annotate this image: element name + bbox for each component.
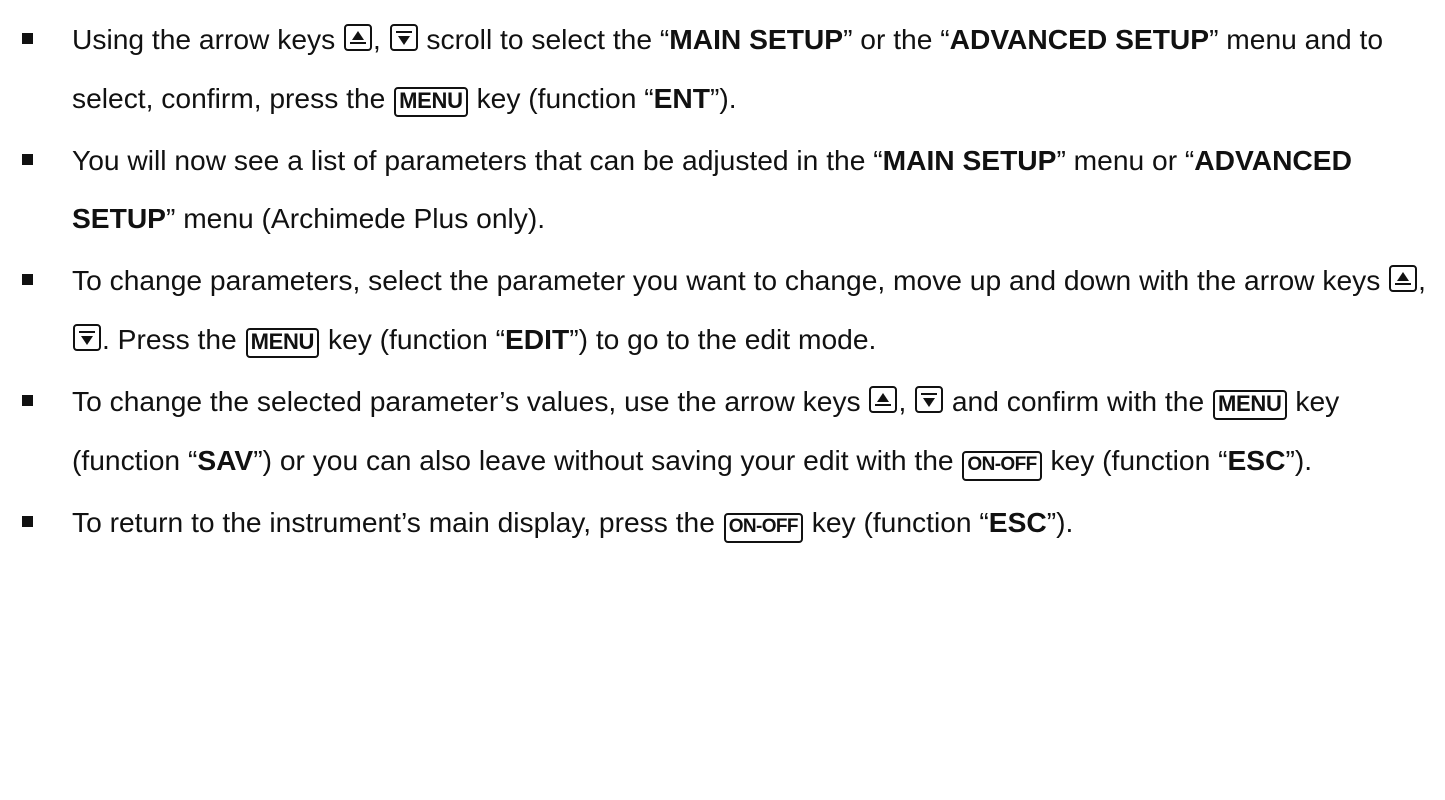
arrow-down-key-icon: [73, 324, 101, 351]
on-off-key-icon: ON-OFF: [723, 513, 803, 543]
text: ”).: [709, 82, 737, 114]
text: scroll to select the “: [418, 23, 670, 55]
square-bullet-icon: [22, 395, 33, 406]
text: To return to the instrument’s main displ…: [72, 506, 723, 538]
text: ”) to go to the edit mode.: [569, 323, 877, 355]
arrow-up-key-icon: [344, 24, 373, 51]
emphasis: ADVANCED SETUP: [949, 23, 1210, 55]
square-bullet-icon: [22, 516, 33, 527]
emphasis: ESC: [1227, 444, 1286, 476]
text: ” or the “: [843, 23, 950, 55]
emphasis: ESC: [988, 506, 1047, 538]
text: and confirm with the: [944, 385, 1212, 417]
list-item: Using the arrow keys , scroll to select …: [22, 10, 1433, 127]
list-item: You will now see a list of parameters th…: [22, 131, 1433, 247]
menu-key-icon: MENU: [394, 87, 468, 117]
square-bullet-icon: [22, 274, 33, 285]
text: ”).: [1285, 444, 1313, 476]
emphasis: EDIT: [505, 323, 570, 355]
emphasis: MAIN SETUP: [669, 23, 844, 55]
emphasis: SAV: [197, 444, 254, 476]
emphasis: ENT: [653, 82, 710, 114]
text: ”) or you can also leave without saving …: [253, 444, 962, 476]
text: key (function “: [803, 506, 989, 538]
text: ,: [898, 386, 915, 417]
text: ,: [373, 24, 389, 55]
square-bullet-icon: [22, 154, 33, 165]
text: . Press the: [102, 323, 245, 355]
text: Using the arrow keys: [72, 23, 336, 55]
text: ,: [1418, 265, 1426, 296]
text: To change the selected parameter’s value…: [72, 385, 869, 417]
list-item: To return to the instrument’s main displ…: [22, 493, 1433, 551]
text: key (function “: [1042, 444, 1228, 476]
square-bullet-icon: [22, 33, 33, 44]
text: key (function “: [320, 323, 505, 355]
arrow-down-key-icon: [389, 24, 418, 51]
text: ”).: [1046, 506, 1074, 538]
document-page: Using the arrow keys , scroll to select …: [0, 0, 1445, 800]
emphasis: MAIN SETUP: [882, 144, 1057, 176]
on-off-key-icon: ON-OFF: [962, 451, 1042, 481]
text: ” menu (Archimede Plus only).: [165, 202, 546, 234]
list-item: To change parameters, select the paramet…: [22, 251, 1433, 368]
text: key (function “: [468, 82, 654, 114]
menu-key-icon: MENU: [245, 328, 320, 358]
arrow-up-key-icon: [1389, 265, 1418, 292]
text: You will now see a list of parameters th…: [72, 144, 883, 176]
text: To change parameters, select the paramet…: [72, 264, 1389, 296]
arrow-down-key-icon: [915, 386, 944, 413]
list-item: To change the selected parameter’s value…: [22, 372, 1433, 489]
arrow-up-key-icon: [869, 386, 898, 413]
text: ” menu or “: [1056, 144, 1195, 176]
menu-key-icon: MENU: [1212, 390, 1287, 420]
instruction-list: Using the arrow keys , scroll to select …: [22, 10, 1433, 551]
